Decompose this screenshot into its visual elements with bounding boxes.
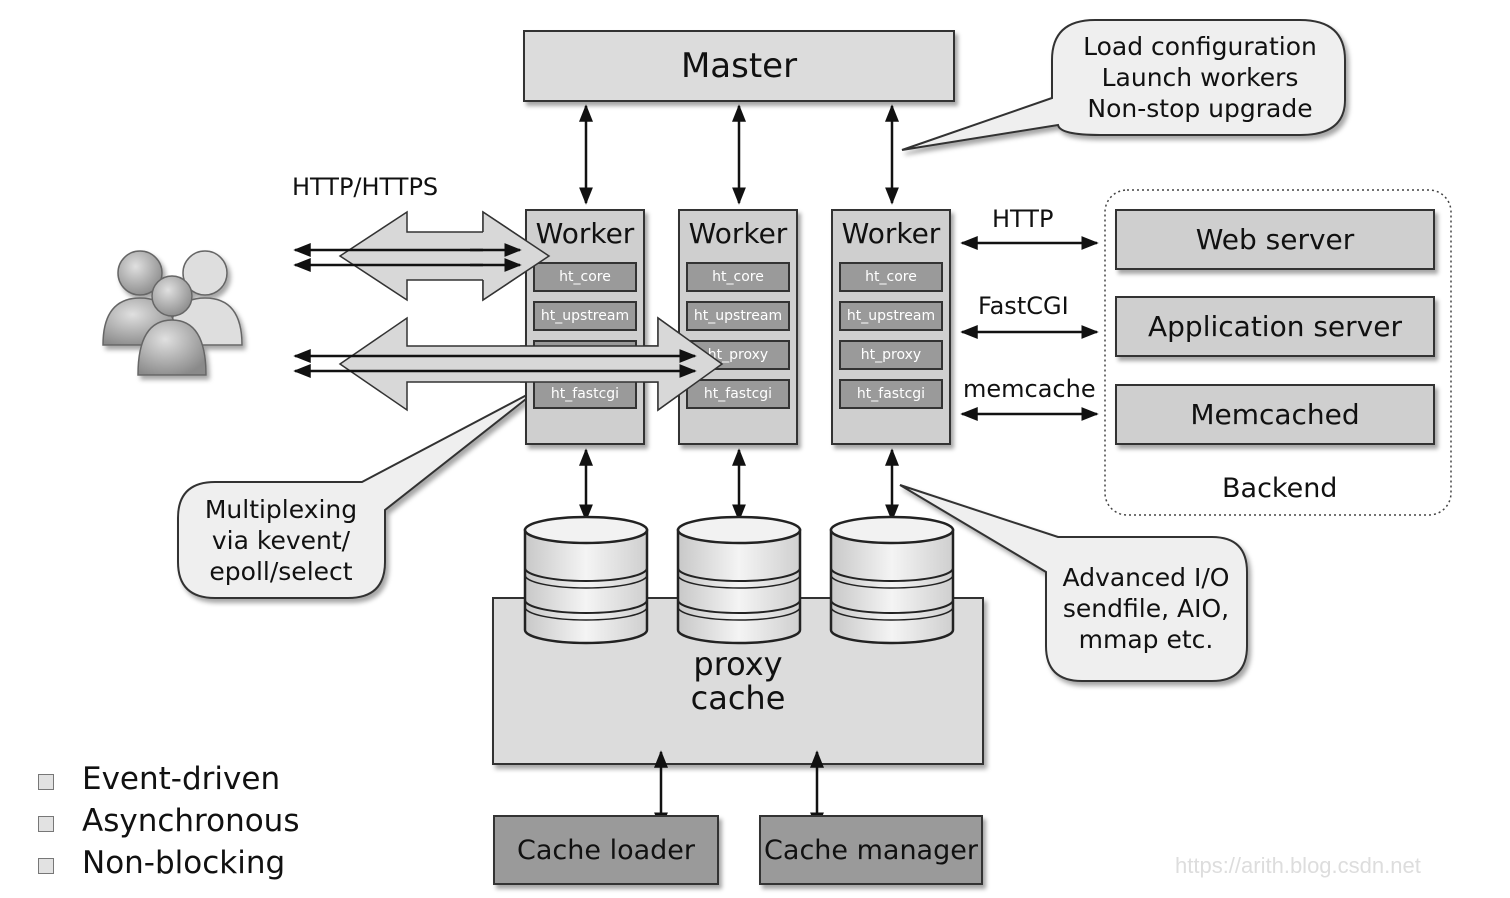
module-ht-fastcgi: ht_fastcgi bbox=[686, 379, 790, 409]
callout-line: epoll/select bbox=[209, 557, 353, 586]
module-ht-core: ht_core bbox=[533, 262, 637, 292]
module-ht-upstream: ht_upstream bbox=[686, 301, 790, 331]
backend-title: Backend bbox=[1222, 473, 1338, 504]
bullet-icon bbox=[38, 816, 54, 832]
cache-loader-label: Cache loader bbox=[517, 834, 695, 866]
worker-title: Worker bbox=[841, 217, 941, 250]
module-ht-fastcgi: ht_fastcgi bbox=[533, 379, 637, 409]
module-ht-core: ht_core bbox=[839, 262, 943, 292]
proxy-cache-line: proxy bbox=[693, 645, 783, 683]
worker-cache-arrows bbox=[579, 448, 899, 522]
io-callout-text: Advanced I/O sendfile, AIO, mmap etc. bbox=[1050, 562, 1242, 655]
worker-3: Worker ht_core ht_upstream ht_proxy ht_f… bbox=[831, 209, 951, 445]
client-connection-arrow-2 bbox=[293, 316, 724, 412]
proxy-cache-line: cache bbox=[690, 679, 786, 717]
worker-title: Worker bbox=[688, 217, 788, 250]
cache-manager-box: Cache manager bbox=[759, 815, 983, 885]
callout-line: via kevent/ bbox=[211, 526, 351, 555]
cache-disks bbox=[523, 515, 955, 645]
feature-asynchronous: Asynchronous bbox=[82, 803, 300, 839]
backend-link-label-fastcgi: FastCGI bbox=[978, 292, 1069, 320]
worker-title: Worker bbox=[535, 217, 635, 250]
module-ht-upstream: ht_upstream bbox=[839, 301, 943, 331]
module-ht-core: ht_core bbox=[686, 262, 790, 292]
backend-link-label-memcache: memcache bbox=[963, 375, 1096, 403]
feature-event-driven: Event-driven bbox=[82, 761, 281, 797]
module-ht-proxy: ht_proxy bbox=[686, 340, 790, 370]
master-worker-arrows bbox=[579, 104, 899, 205]
feature-non-blocking: Non-blocking bbox=[82, 845, 286, 881]
users-group-icon bbox=[102, 250, 243, 376]
module-ht-proxy: ht_proxy bbox=[533, 340, 637, 370]
bullet-icon bbox=[38, 774, 54, 790]
master-callout-text: Load configuration Launch workers Non-st… bbox=[1060, 31, 1340, 124]
backend-memcached: Memcached bbox=[1115, 384, 1435, 445]
callout-line: sendfile, AIO, bbox=[1062, 594, 1230, 623]
module-ht-fastcgi: ht_fastcgi bbox=[839, 379, 943, 409]
backend-web-server: Web server bbox=[1115, 209, 1435, 270]
backend-item-label: Web server bbox=[1195, 223, 1355, 256]
master-box: Master bbox=[523, 30, 955, 102]
watermark: https://arith.blog.csdn.net bbox=[1175, 853, 1421, 878]
backend-application-server: Application server bbox=[1115, 296, 1435, 357]
multiplex-callout-text: Multiplexing via kevent/ epoll/select bbox=[186, 494, 376, 587]
backend-item-label: Application server bbox=[1148, 310, 1402, 343]
cache-disk-icon bbox=[523, 515, 649, 645]
callout-line: Multiplexing bbox=[204, 495, 358, 524]
cache-disk-icon bbox=[829, 515, 955, 645]
callout-line: Advanced I/O bbox=[1062, 563, 1230, 592]
module-ht-upstream: ht_upstream bbox=[533, 301, 637, 331]
backend-item-label: Memcached bbox=[1190, 398, 1360, 431]
master-label: Master bbox=[680, 46, 798, 86]
cache-loader-box: Cache loader bbox=[493, 815, 719, 885]
callout-line: Non-stop upgrade bbox=[1087, 94, 1313, 123]
worker-2: Worker ht_core ht_upstream ht_proxy ht_f… bbox=[678, 209, 798, 445]
proxy-cache-label: proxy cache bbox=[638, 647, 838, 715]
cache-manager-label: Cache manager bbox=[764, 834, 978, 866]
client-connection-arrow-1 bbox=[293, 210, 551, 302]
callout-line: mmap etc. bbox=[1078, 625, 1214, 654]
client-protocol-label: HTTP/HTTPS bbox=[292, 173, 439, 201]
backend-link-label-http: HTTP bbox=[992, 205, 1054, 233]
bullet-icon bbox=[38, 858, 54, 874]
callout-line: Load configuration bbox=[1083, 32, 1317, 61]
module-ht-proxy: ht_proxy bbox=[839, 340, 943, 370]
callout-line: Launch workers bbox=[1101, 63, 1299, 92]
cache-disk-icon bbox=[676, 515, 802, 645]
worker-1: Worker ht_core ht_upstream ht_proxy ht_f… bbox=[525, 209, 645, 445]
